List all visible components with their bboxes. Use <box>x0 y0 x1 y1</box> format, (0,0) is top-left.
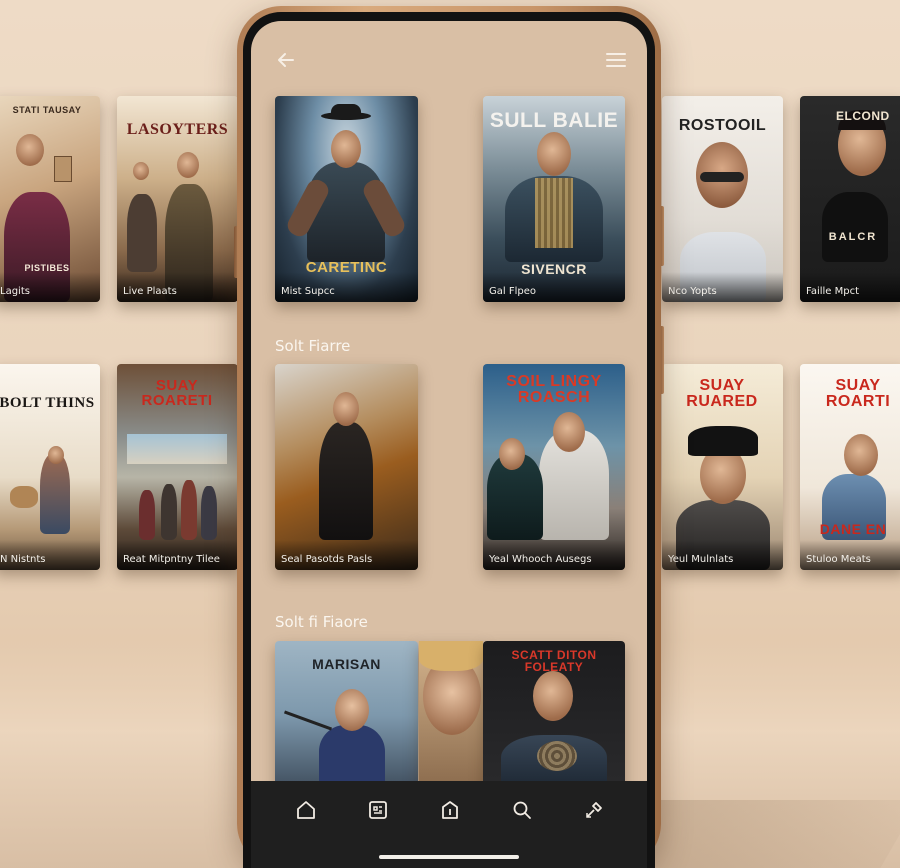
bg-poster-7: SUAY RUARED Yeul Mulnlats <box>662 364 783 570</box>
search-icon[interactable] <box>507 795 537 825</box>
bg-poster-6: SUAY ROARETI Reat Mitpntny Tilee <box>117 364 238 570</box>
poster-caption: Seal Pasotds Pasls <box>281 554 373 565</box>
poster-caption: Reat Mitpntny Tilee <box>123 554 220 565</box>
poster-title: SOIL LINGY ROASCH <box>506 373 602 406</box>
bg-poster-5: BOLT THINS N Nistnts <box>0 364 100 570</box>
poster-card[interactable]: Seal Pasotds Pasls <box>275 364 418 570</box>
hamburger-menu-icon[interactable] <box>605 51 627 73</box>
bg-poster-8: SUAY ROARTI DANE EN Stuloo Meats <box>800 364 900 570</box>
poster-card[interactable]: CARETINC Mist Supcc <box>275 96 418 302</box>
poster-caption: Lagits <box>0 286 30 297</box>
poster-title: BOLT THINS <box>0 395 95 411</box>
poster-title: LASOYTERS <box>126 121 229 138</box>
poster-title: STATI TAUSAY <box>12 105 82 115</box>
poster-caption: Live Plaats <box>123 286 177 297</box>
tools-icon[interactable] <box>579 795 609 825</box>
poster-title: SUAY ROARETI <box>141 377 213 409</box>
poster-title: ROSTOOIL <box>678 117 767 134</box>
poster-caption: N Nistnts <box>0 554 46 565</box>
section-title: Solt Fiarre <box>275 337 351 355</box>
poster-subtitle: DANE EN <box>819 521 887 537</box>
poster-caption: Gal Flpeo <box>489 286 536 297</box>
home-indicator[interactable] <box>379 855 519 859</box>
poster-title: ELCOND <box>836 109 890 123</box>
poster-caption: Mist Supcc <box>281 286 335 297</box>
poster-card-partial[interactable] <box>419 641 483 791</box>
poster-caption: Yeal Whooch Ausegs <box>489 554 592 565</box>
poster-title: SUAY ROARTI <box>825 377 891 410</box>
arrow-left-icon[interactable] <box>275 49 297 75</box>
poster-caption: Stuloo Meats <box>806 554 871 565</box>
poster-caption: Nco Yopts <box>668 286 717 297</box>
poster-card[interactable]: SOIL LINGY ROASCH Yeal Whooch Ausegs <box>483 364 625 570</box>
grid-icon[interactable] <box>363 795 393 825</box>
bg-poster-4: ELCOND BALCR Faille Mpct <box>800 96 900 302</box>
poster-title: MARISAN <box>312 656 381 672</box>
poster-card[interactable]: SCATT DITON FOLEATY <box>483 641 625 791</box>
poster-subtitle: BALCR <box>828 231 878 243</box>
poster-caption: Faille Mpct <box>806 286 860 297</box>
section-title: Solt fi Fiaore <box>275 613 368 631</box>
app-screen: CARETINC Mist Supcc SULL BALIE SIVENCR G… <box>251 21 647 868</box>
poster-title: SULL BALIE <box>489 109 619 132</box>
bg-poster-2: LASOYTERS Live Plaats <box>117 96 238 302</box>
poster-card[interactable]: SULL BALIE SIVENCR Gal Flpeo <box>483 96 625 302</box>
bg-poster-1: STATI TAUSAY PISTIBES Lagits <box>0 96 100 302</box>
poster-caption: Yeul Mulnlats <box>668 554 734 565</box>
bg-poster-3: ROSTOOIL Nco Yopts <box>662 96 783 302</box>
home-icon[interactable] <box>291 795 321 825</box>
info-icon[interactable] <box>435 795 465 825</box>
poster-card[interactable]: MARISAN <box>275 641 418 791</box>
poster-title: SUAY RUARED <box>686 377 758 410</box>
poster-title: SCATT DITON FOLEATY <box>511 648 597 674</box>
